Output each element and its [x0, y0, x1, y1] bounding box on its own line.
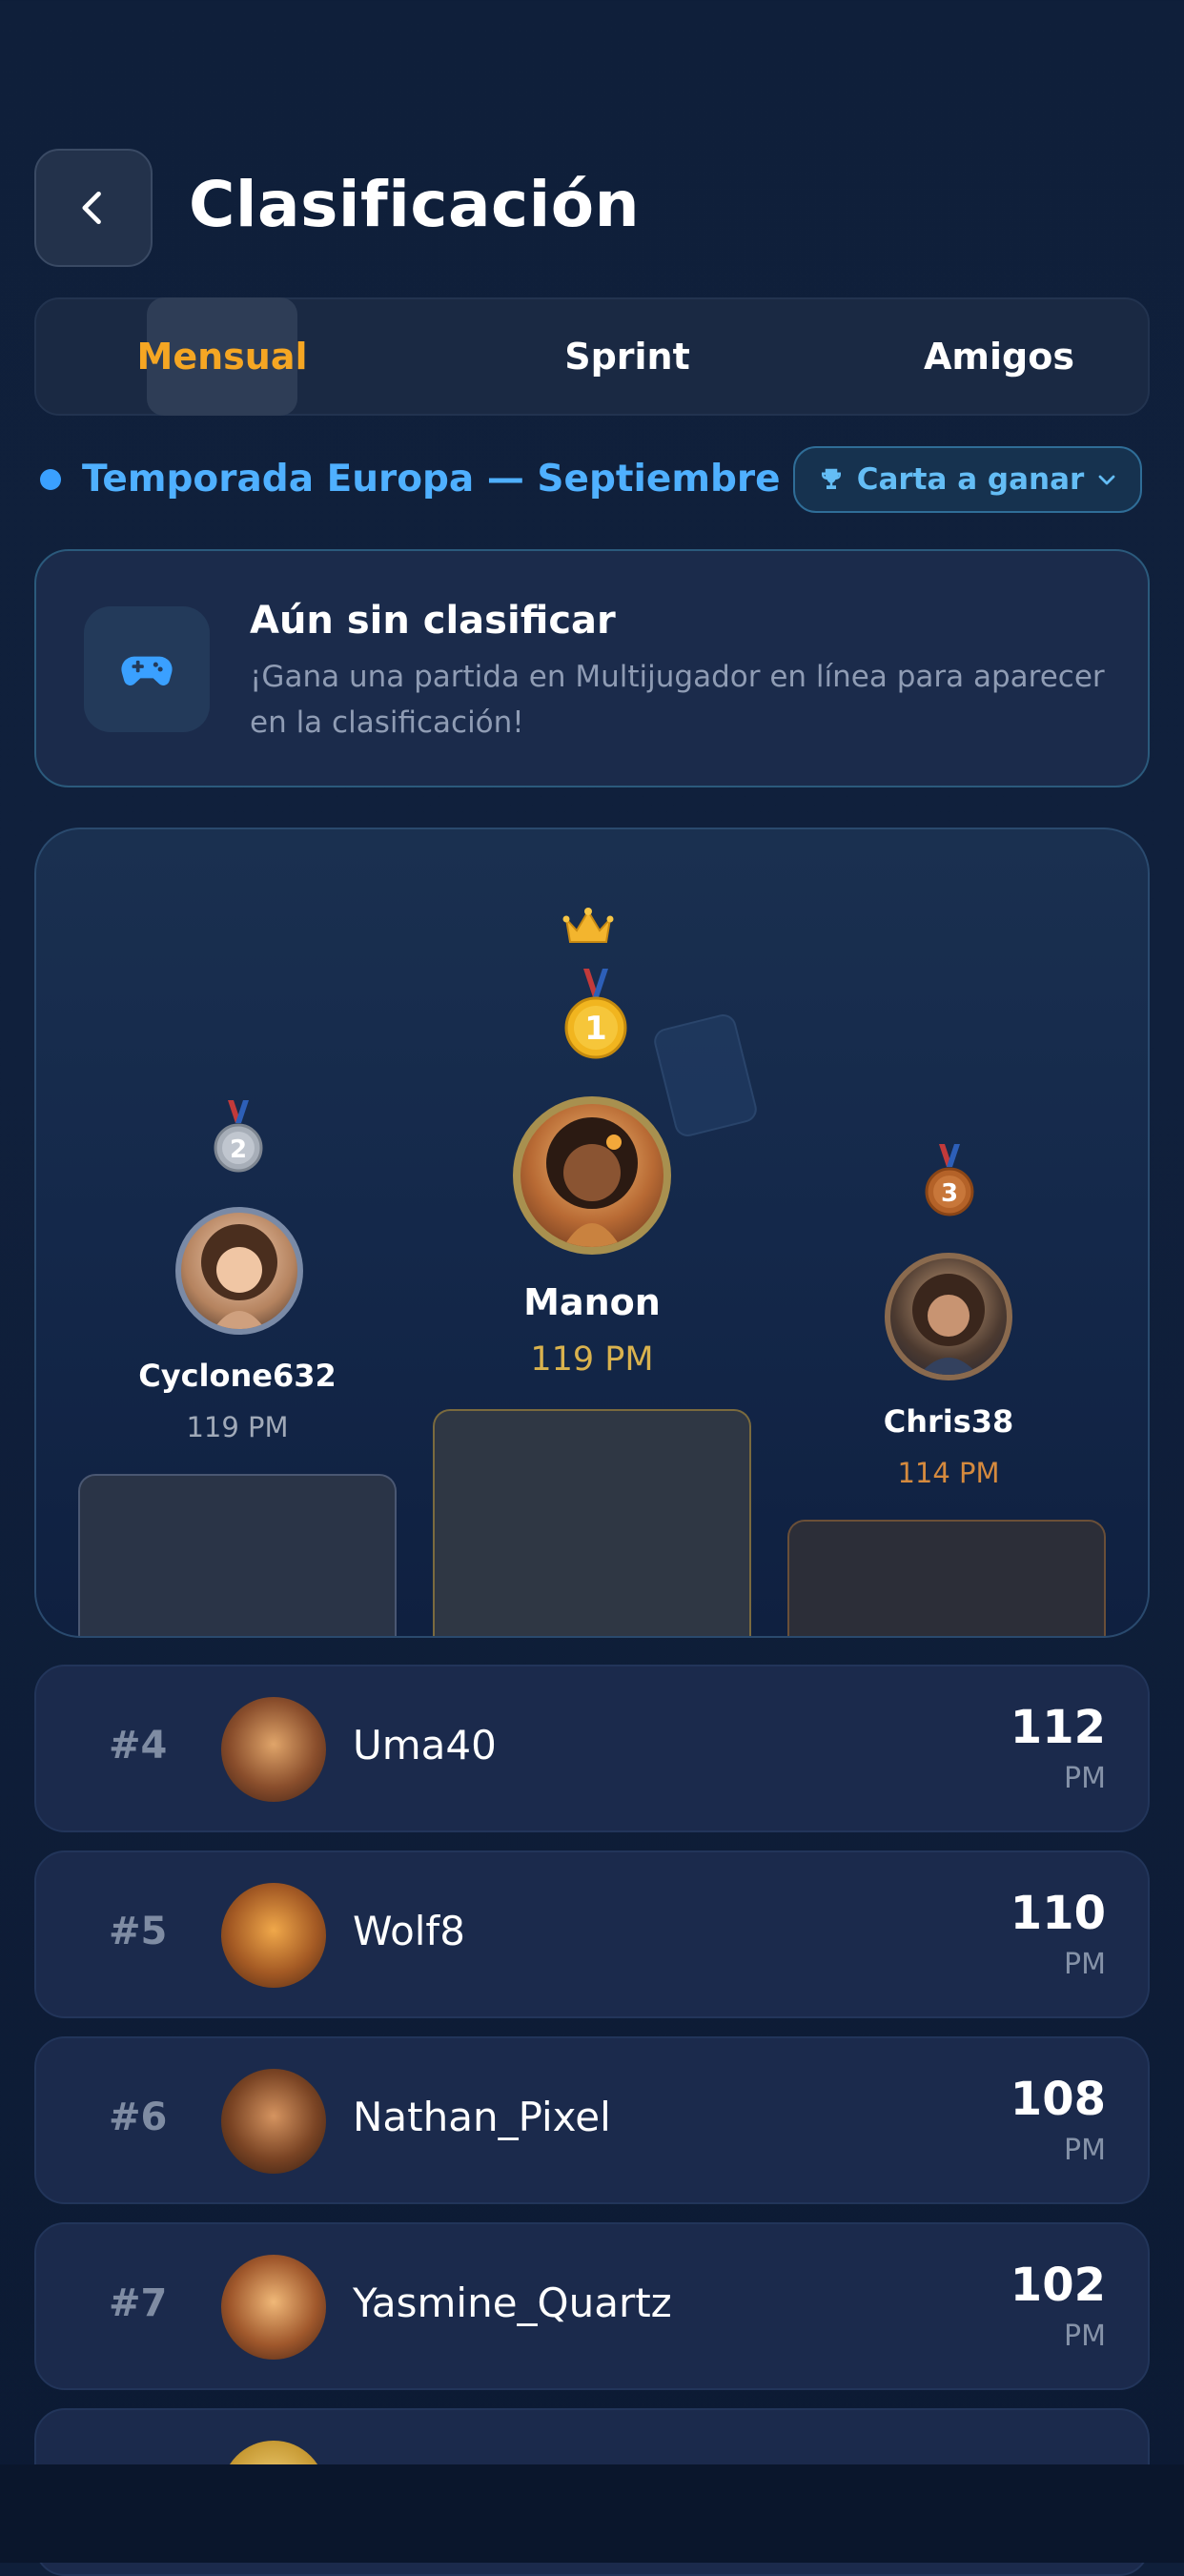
avatar-cyclone632[interactable] [175, 1207, 303, 1335]
row-rank: #7 [109, 2281, 168, 2325]
podium-points-second: 119 PM [186, 1411, 289, 1443]
avatar-yasmine-quartz [221, 2255, 326, 2360]
bronze-medal-rank: 3 [941, 1179, 958, 1208]
leaderboard-row[interactable]: #5 Wolf8 110 PM [34, 1850, 1150, 2018]
bottom-bar-area [0, 2464, 1184, 2563]
podium-block-third [787, 1520, 1106, 1636]
season-label: Temporada Europa — Septiembre 2026 [82, 458, 897, 501]
podium-name-first: Manon [523, 1281, 661, 1323]
silver-medal-icon: 2 [214, 1100, 263, 1176]
bronze-medal-icon: 3 [925, 1144, 974, 1220]
row-score: 112 [1010, 1701, 1106, 1754]
tab-friends[interactable]: Amigos [856, 299, 1142, 414]
chevron-down-icon [1098, 475, 1115, 485]
season-indicator-dot [40, 469, 61, 490]
row-score: 102 [1010, 2259, 1106, 2312]
row-unit: PM [1064, 1948, 1106, 1981]
row-rank: #5 [109, 1910, 168, 1953]
decorative-card-icon [651, 1012, 760, 1139]
row-score: 108 [1010, 2073, 1106, 2126]
row-unit: PM [1064, 1762, 1106, 1795]
trophy-icon [821, 468, 841, 489]
crown-icon [562, 906, 614, 951]
tab-monthly[interactable]: Mensual [137, 299, 308, 414]
unranked-title: Aún sin clasificar [250, 599, 616, 643]
podium-points-third: 114 PM [897, 1457, 1000, 1489]
tab-sprint[interactable]: Sprint [484, 299, 770, 414]
podium-points-first: 119 PM [530, 1340, 654, 1379]
avatar-uma40 [221, 1697, 326, 1802]
chevron-left-icon [82, 191, 101, 225]
leaderboard-row[interactable]: #7 Yasmine_Quartz 102 PM [34, 2222, 1150, 2390]
podium-name-second: Cyclone632 [138, 1358, 337, 1394]
podium-card: 1 Manon 119 PM 2 Cyclone632 119 PM 3 Chr… [34, 828, 1150, 1638]
gold-medal-rank: 1 [584, 1010, 607, 1048]
row-name: Uma40 [353, 1722, 497, 1768]
podium-name-third: Chris38 [883, 1403, 1014, 1440]
unranked-card: Aún sin clasificar ¡Gana una partida en … [34, 549, 1150, 787]
avatar-manon[interactable] [513, 1096, 671, 1255]
back-button[interactable] [34, 149, 153, 267]
podium-block-second [78, 1474, 397, 1636]
row-name: Yasmine_Quartz [353, 2280, 672, 2326]
gold-medal-icon: 1 [564, 969, 627, 1064]
avatar-nathan-pixel [221, 2069, 326, 2174]
podium-block-first [433, 1409, 751, 1636]
prize-card-button[interactable]: Carta a ganar [793, 446, 1142, 513]
row-name: Wolf8 [353, 1908, 465, 1954]
prize-button-label: Carta a ganar [856, 462, 1085, 497]
row-score: 110 [1010, 1887, 1106, 1940]
row-unit: PM [1064, 2134, 1106, 2167]
page-title: Clasificación [189, 168, 641, 241]
unranked-description: ¡Gana una partida en Multijugador en lín… [250, 660, 1105, 740]
avatar-wolf8 [221, 1883, 326, 1988]
silver-medal-rank: 2 [230, 1135, 247, 1164]
gamepad-icon [84, 606, 210, 732]
row-unit: PM [1064, 2320, 1106, 2353]
row-name: Nathan_Pixel [353, 2094, 611, 2140]
leaderboard-row[interactable]: #4 Uma40 112 PM [34, 1665, 1150, 1832]
tab-bar: Mensual Sprint Amigos [34, 297, 1150, 416]
row-rank: #4 [109, 1724, 168, 1768]
row-rank: #6 [109, 2096, 168, 2139]
avatar-chris38[interactable] [885, 1253, 1012, 1380]
leaderboard-row[interactable]: #6 Nathan_Pixel 108 PM [34, 2036, 1150, 2204]
